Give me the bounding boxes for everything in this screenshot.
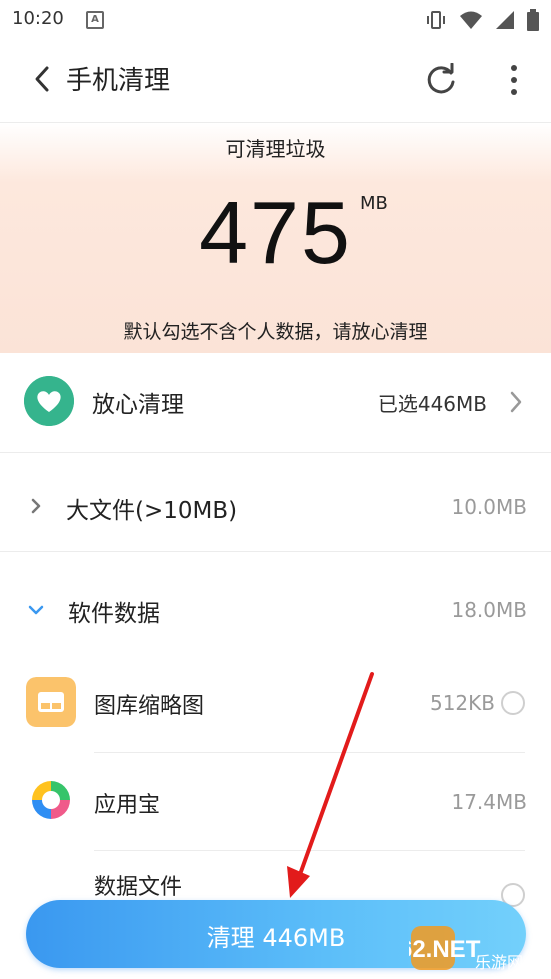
heart-icon — [24, 376, 74, 426]
back-icon[interactable] — [32, 65, 52, 93]
appstore-value: 17.4MB — [451, 790, 527, 814]
appstore-label: 应用宝 — [94, 793, 161, 818]
safe-clean-row[interactable]: 放心清理 已选446MB — [0, 352, 551, 453]
watermark-badge: 962.NET 乐游网 — [386, 926, 523, 972]
data-files-label: 数据文件 — [94, 875, 183, 900]
junk-amount: 475 — [199, 183, 352, 282]
software-data-value: 18.0MB — [451, 598, 527, 622]
app-header: 手机清理 — [0, 38, 551, 123]
junk-summary: 可清理垃圾 475 MB 默认勾选不含个人数据，请放心清理 — [0, 123, 551, 353]
watermark-line2: 乐游网 — [475, 953, 523, 972]
status-time: 10:20 — [12, 8, 64, 29]
gallery-icon — [26, 677, 76, 727]
status-bar: 10:20 A — [0, 0, 551, 38]
summary-caption: 可清理垃圾 — [225, 137, 326, 161]
chevron-down-icon — [28, 605, 44, 615]
refresh-icon[interactable] — [424, 63, 458, 97]
software-data-row[interactable]: 软件数据 18.0MB — [0, 552, 551, 660]
gallery-thumbnails-checkbox[interactable] — [501, 691, 525, 715]
list-item-gallery-thumbnails[interactable]: 图库缩略图 512KB — [0, 660, 551, 752]
large-files-row[interactable]: 大文件(>10MB) 10.0MB — [0, 453, 551, 552]
safe-clean-value: 已选446MB — [377, 392, 487, 416]
status-icons — [425, 9, 539, 31]
large-files-label: 大文件(>10MB) — [66, 498, 238, 524]
wifi-icon — [460, 11, 482, 29]
chevron-right-icon — [31, 498, 41, 514]
watermark-logo: 962.NET 乐游网 — [386, 924, 545, 974]
watermark-line1: 962.NET — [409, 936, 481, 963]
chevron-right-icon — [510, 391, 522, 413]
junk-unit: MB — [360, 193, 388, 214]
vibrate-icon — [427, 11, 445, 29]
more-icon[interactable] — [505, 63, 523, 97]
large-files-value: 10.0MB — [451, 495, 527, 519]
safe-clean-label: 放心清理 — [92, 392, 184, 418]
summary-note: 默认勾选不含个人数据，请放心清理 — [123, 321, 428, 343]
notification-a-icon: A — [86, 11, 104, 29]
software-data-label: 软件数据 — [68, 601, 160, 627]
gallery-thumbnails-value: 512KB — [429, 691, 495, 715]
signal-icon — [496, 11, 514, 29]
gallery-thumbnails-label: 图库缩略图 — [94, 694, 205, 719]
list-item-appstore[interactable]: 应用宝 17.4MB — [0, 753, 551, 849]
page-title: 手机清理 — [66, 66, 171, 96]
appstore-icon — [32, 781, 70, 819]
battery-icon — [527, 9, 539, 31]
